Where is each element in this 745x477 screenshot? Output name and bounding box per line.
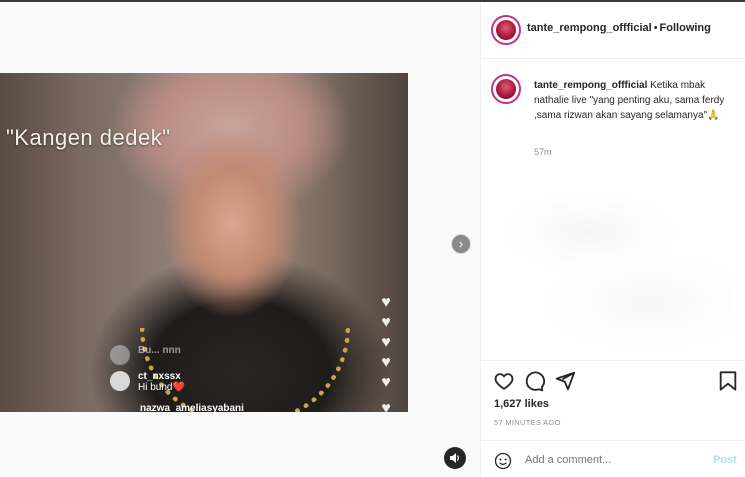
live-hearts: ♥ ♥ ♥ ♥ ♥ ♥ — [374, 293, 398, 412]
post-header: tante_rempong_offficial • Following — [481, 2, 745, 59]
post-button[interactable]: Post — [713, 454, 737, 466]
post-panel: tante_rempong_offficial • Following tante_… — [480, 2, 745, 476]
video-overlay-text: "Kangen dedek" — [6, 125, 171, 150]
comment-username: Bu... nnn — [138, 345, 181, 356]
avatar-image — [496, 20, 516, 40]
comments-area — [499, 172, 734, 352]
heart-icon: ♥ — [381, 354, 391, 371]
post-timestamp[interactable]: 57 MINUTES AGO — [494, 418, 561, 427]
live-comment: ct_nxssx Hi bund❤️ — [110, 371, 370, 393]
actions-divider — [481, 360, 745, 361]
chevron-right-icon: › — [458, 236, 464, 251]
heart-icon: ♥ — [381, 400, 391, 412]
avatar — [110, 345, 130, 365]
comment-username: ct_nxssx — [138, 371, 181, 382]
separator-dot: • — [653, 22, 658, 34]
bookmark-icon[interactable] — [717, 370, 739, 392]
avatar-image — [496, 79, 516, 99]
emoji-icon[interactable] — [494, 452, 512, 470]
video-frame[interactable]: "Kangen dedek" ♥ ♥ ♥ ♥ ♥ ♥ Bu... nnn ct_… — [0, 73, 408, 412]
likes-count[interactable]: 1,627 likes — [494, 398, 549, 410]
live-comment: nazwa_ameliasyabani — [140, 403, 370, 412]
live-comments: Bu... nnn ct_nxssx Hi bund❤️ nazwa_ameli… — [110, 321, 370, 412]
caption: tante_rempong_offficial Ketika mbak nath… — [534, 78, 739, 123]
header-username[interactable]: tante_rempong_offficial — [527, 22, 652, 34]
heart-icon: ♥ — [381, 314, 391, 331]
caption-avatar[interactable] — [491, 74, 521, 104]
header-user-line: tante_rempong_offficial • Following — [527, 22, 711, 34]
caption-username[interactable]: tante_rempong_offficial — [534, 80, 647, 91]
sound-toggle-button[interactable] — [444, 447, 466, 469]
heart-icon: ♥ — [381, 294, 391, 311]
caption-time: 57m — [534, 147, 552, 157]
comment-bar: Post — [481, 440, 745, 477]
comment-username: nazwa_ameliasyabani — [140, 403, 244, 412]
comment-icon[interactable] — [523, 370, 545, 392]
avatar — [110, 371, 130, 391]
avatar[interactable] — [491, 15, 521, 45]
heart-icon: ♥ — [381, 374, 391, 391]
live-comment: Bu... nnn — [110, 345, 370, 365]
heart-icon[interactable] — [493, 370, 515, 392]
share-icon[interactable] — [554, 370, 576, 392]
next-slide-button[interactable]: › — [451, 234, 471, 254]
media-area: "Kangen dedek" ♥ ♥ ♥ ♥ ♥ ♥ Bu... nnn ct_… — [0, 2, 480, 476]
speaker-icon — [450, 453, 459, 463]
heart-icon: ♥ — [381, 334, 391, 351]
comment-input[interactable] — [525, 454, 695, 466]
action-bar — [493, 370, 743, 394]
following-button[interactable]: Following — [660, 22, 711, 34]
comment-text: Hi bund❤️ — [138, 382, 185, 393]
